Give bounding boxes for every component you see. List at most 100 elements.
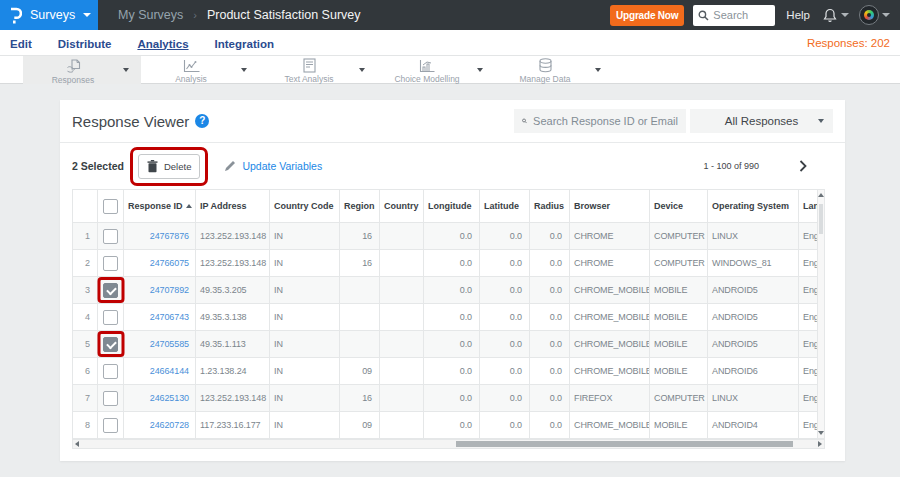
vertical-scrollbar-thumb[interactable] (819, 204, 823, 234)
cell-latitude: 0.0 (480, 331, 530, 358)
toolbar-analysis[interactable]: Analysis (141, 56, 259, 84)
toolbar-manage-data[interactable]: Manage Data (495, 56, 613, 84)
cell-response-id[interactable]: 24705585 (124, 331, 196, 358)
chevron-down-icon (241, 68, 247, 72)
column-header-country[interactable]: Country (380, 190, 424, 223)
trash-icon (147, 160, 158, 173)
select-all-checkbox[interactable] (103, 199, 118, 214)
cell-response-id[interactable]: 24706743 (124, 304, 196, 331)
toolbar-label: Manage Data (519, 74, 570, 84)
row-checkbox[interactable] (103, 283, 118, 298)
nav-tab-edit[interactable]: Edit (10, 38, 32, 50)
responses-count[interactable]: Responses: 202 (807, 37, 890, 49)
column-header-browser[interactable]: Browser (570, 190, 650, 223)
global-search-input[interactable]: Search (693, 5, 775, 26)
next-page-button[interactable] (799, 160, 807, 172)
row-checkbox[interactable] (103, 364, 118, 379)
cell-language: English (799, 223, 818, 250)
chevron-down-icon (83, 13, 91, 17)
column-header-region[interactable]: Region (340, 190, 380, 223)
cell-language: English (799, 331, 818, 358)
column-header-ip-address[interactable]: IP Address (196, 190, 270, 223)
toolbar-text-analysis[interactable]: Text Analysis (259, 56, 377, 84)
nav-tab-integration[interactable]: Integration (215, 38, 274, 50)
responses-filter-select[interactable]: All Responses (690, 109, 833, 133)
table-row: 224766075123.252.193.148IN160.00.00.0CHR… (73, 250, 818, 277)
row-checkbox[interactable] (103, 256, 118, 271)
cell-response-id[interactable]: 24625130 (124, 385, 196, 412)
response-viewer-card: Response Viewer ? Search Response ID or … (60, 100, 845, 461)
account-menu[interactable] (859, 5, 890, 25)
notifications-menu[interactable] (823, 8, 849, 23)
cell-device: COMPUTER (650, 250, 708, 277)
cell-response-id[interactable]: 24767876 (124, 223, 196, 250)
cell-response-id[interactable]: 24664144 (124, 358, 196, 385)
column-header-response-id[interactable]: Response ID (124, 190, 196, 223)
upgrade-now-button[interactable]: Upgrade Now (610, 5, 684, 26)
row-checkbox[interactable] (103, 310, 118, 325)
toolbar-choice-modelling[interactable]: Choice Modelling (377, 56, 495, 84)
response-search-input[interactable]: Search Response ID or Email (514, 109, 686, 133)
toolbar-responses[interactable]: Responses (23, 56, 141, 84)
cell-radius: 0.0 (530, 358, 570, 385)
cell-longitude: 0.0 (424, 250, 480, 277)
row-checkbox[interactable] (103, 391, 118, 406)
column-header-language[interactable]: Language (799, 190, 818, 223)
row-checkbox[interactable] (103, 418, 118, 433)
column-header-latitude[interactable]: Latitude (480, 190, 530, 223)
cell-latitude: 0.0 (480, 304, 530, 331)
cell-longitude: 0.0 (424, 385, 480, 412)
nav-tab-distribute[interactable]: Distribute (58, 38, 112, 50)
column-header-country-code[interactable]: Country Code (270, 190, 340, 223)
top-navbar: Surveys My Surveys › Product Satisfactio… (0, 0, 900, 30)
help-link[interactable]: Help (786, 9, 810, 21)
cell-region (340, 304, 380, 331)
responses-filter-value: All Responses (725, 115, 799, 127)
chevron-down-icon (841, 13, 849, 17)
cell-country (380, 385, 424, 412)
row-checkbox[interactable] (103, 337, 118, 352)
scroll-up-icon[interactable] (818, 193, 824, 197)
help-circle-icon[interactable]: ? (195, 114, 209, 128)
column-header-select (98, 190, 124, 223)
manage-data-icon (538, 58, 553, 73)
cell-country-code: IN (270, 304, 340, 331)
table-row: 124767876123.252.193.148IN160.00.00.0CHR… (73, 223, 818, 250)
sort-ascending-icon (186, 204, 192, 208)
vertical-scrollbar[interactable] (817, 189, 825, 439)
scroll-right-icon[interactable] (818, 441, 822, 447)
nav-tab-analytics[interactable]: Analytics (137, 38, 188, 50)
cell-language: English (799, 250, 818, 277)
cell-browser: CHROME (570, 250, 650, 277)
horizontal-scrollbar[interactable] (72, 439, 825, 449)
delete-button[interactable]: Delete (138, 154, 200, 179)
row-checkbox[interactable] (103, 229, 118, 244)
scroll-down-icon[interactable] (818, 431, 824, 435)
horizontal-scrollbar-thumb[interactable] (456, 441, 793, 447)
cell-radius: 0.0 (530, 385, 570, 412)
column-header-longitude[interactable]: Longitude (424, 190, 480, 223)
column-header-operating-system[interactable]: Operating System (708, 190, 799, 223)
cell-longitude: 0.0 (424, 331, 480, 358)
cell-radius: 0.0 (530, 277, 570, 304)
survey-nav: Edit Distribute Analytics Integration Respo… (0, 30, 900, 56)
pencil-icon (224, 160, 236, 172)
breadcrumb-my-surveys[interactable]: My Surveys (118, 8, 183, 22)
update-variables-link[interactable]: Update Variables (224, 160, 322, 172)
page-body: Response Viewer ? Search Response ID or … (0, 84, 900, 461)
cell-num: 6 (73, 358, 98, 385)
cell-response-id[interactable]: 24707892 (124, 277, 196, 304)
questionpro-logo-icon (9, 7, 22, 24)
cell-response-id[interactable]: 24620728 (124, 412, 196, 439)
cell-country (380, 331, 424, 358)
scroll-left-icon[interactable] (75, 441, 79, 447)
cell-country (380, 250, 424, 277)
toolbar-label: Analysis (175, 74, 207, 84)
chevron-down-icon (477, 68, 483, 72)
table-row: 52470558549.35.1.113IN0.00.00.0CHROME_MO… (73, 331, 818, 358)
column-header-device[interactable]: Device (650, 190, 708, 223)
surveys-menu[interactable]: Surveys (0, 0, 98, 30)
cell-response-id[interactable]: 24766075 (124, 250, 196, 277)
cell-browser: FIREFOX (570, 385, 650, 412)
column-header-radius[interactable]: Radius (530, 190, 570, 223)
